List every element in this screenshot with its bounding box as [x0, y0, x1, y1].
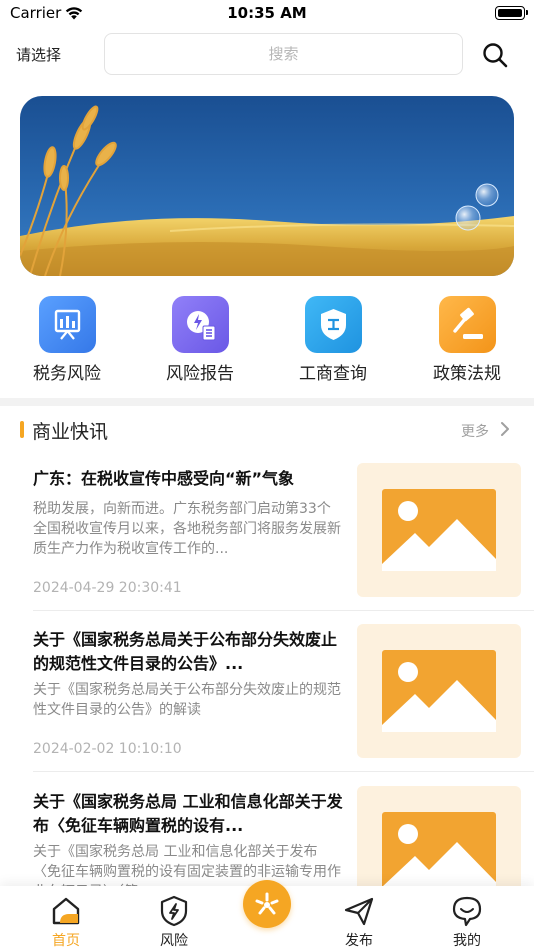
business-query-icon	[304, 296, 362, 353]
top-bar: 请选择	[0, 30, 534, 78]
quick-nav-label: 风险报告	[166, 364, 234, 384]
section-divider	[0, 398, 534, 406]
news-time: 2024-04-29 20:30:41	[33, 580, 182, 596]
banner-image[interactable]	[20, 96, 514, 276]
news-time: 2024-02-02 10:10:10	[33, 741, 182, 757]
tax-risk-icon	[38, 296, 96, 353]
image-placeholder-icon	[357, 624, 521, 758]
shield-icon	[157, 894, 191, 928]
news-title: 关于《国家税务总局关于公布部分失效废止的规范性文件目录的公告》...	[33, 630, 338, 673]
news-desc: 税助发展，向新而进。广东税务部门启动第33个全国税收宣传月以来，各地税务部门将服…	[33, 501, 341, 557]
tab-risk[interactable]: 风险	[134, 886, 214, 950]
news-divider	[33, 771, 534, 772]
search-box[interactable]	[104, 33, 463, 75]
tab-publish[interactable]: 发布	[319, 886, 399, 950]
region-select[interactable]: 请选择	[16, 44, 61, 65]
battery-icon	[495, 6, 528, 20]
tab-label: 首页	[52, 933, 80, 949]
quick-nav-business-query[interactable]: 工商查询	[283, 296, 383, 384]
quick-nav-label: 税务风险	[33, 364, 101, 384]
risk-report-icon	[171, 296, 229, 353]
tab-label: 我的	[453, 933, 481, 949]
news-divider	[33, 610, 534, 611]
send-icon	[342, 894, 376, 928]
quick-nav-policy-law[interactable]: 政策法规	[417, 296, 517, 384]
section-accent-bar	[20, 421, 24, 438]
publish-fab-icon[interactable]	[243, 880, 291, 928]
news-desc: 关于《国家税务总局关于公布部分失效废止的规范性文件目录的公告》的解读	[33, 682, 341, 718]
tab-label: 发布	[345, 933, 373, 949]
policy-law-icon	[438, 296, 496, 353]
search-icon[interactable]	[480, 40, 510, 70]
quick-nav-label: 政策法规	[433, 364, 501, 384]
quick-nav: 税务风险 风险报告 工商查询 政策法规	[0, 292, 534, 392]
news-item[interactable]: 关于《国家税务总局关于公布部分失效废止的规范性文件目录的公告》... 关于《国家…	[0, 624, 534, 785]
wheat-field-illustration	[20, 96, 514, 276]
quick-nav-label: 工商查询	[299, 364, 367, 384]
news-section-header: 商业快讯 更多	[0, 412, 534, 448]
tab-profile[interactable]: 我的	[427, 886, 507, 950]
news-item[interactable]: 广东：在税收宣传中感受向“新”气象 税助发展，向新而进。广东税务部门启动第33个…	[0, 463, 534, 624]
home-icon	[49, 894, 83, 928]
news-title: 广东：在税收宣传中感受向“新”气象	[33, 469, 295, 488]
section-title: 商业快讯	[32, 421, 109, 443]
chevron-right-icon[interactable]	[500, 421, 510, 437]
news-title: 关于《国家税务总局 工业和信息化部关于发布〈免征车辆购置税的设有...	[33, 792, 343, 835]
tab-home[interactable]: 首页	[26, 886, 106, 950]
status-bar: Carrier 10:35 AM	[0, 0, 534, 28]
image-placeholder-icon	[357, 463, 521, 597]
tab-label: 风险	[160, 933, 188, 949]
more-link[interactable]: 更多	[461, 421, 489, 441]
quick-nav-risk-report[interactable]: 风险报告	[150, 296, 250, 384]
clock: 10:35 AM	[227, 4, 307, 22]
profile-icon	[450, 894, 484, 928]
search-input[interactable]	[105, 34, 462, 74]
tab-bar: 首页 风险 发布 我的	[0, 880, 534, 950]
quick-nav-tax-risk[interactable]: 税务风险	[17, 296, 117, 384]
